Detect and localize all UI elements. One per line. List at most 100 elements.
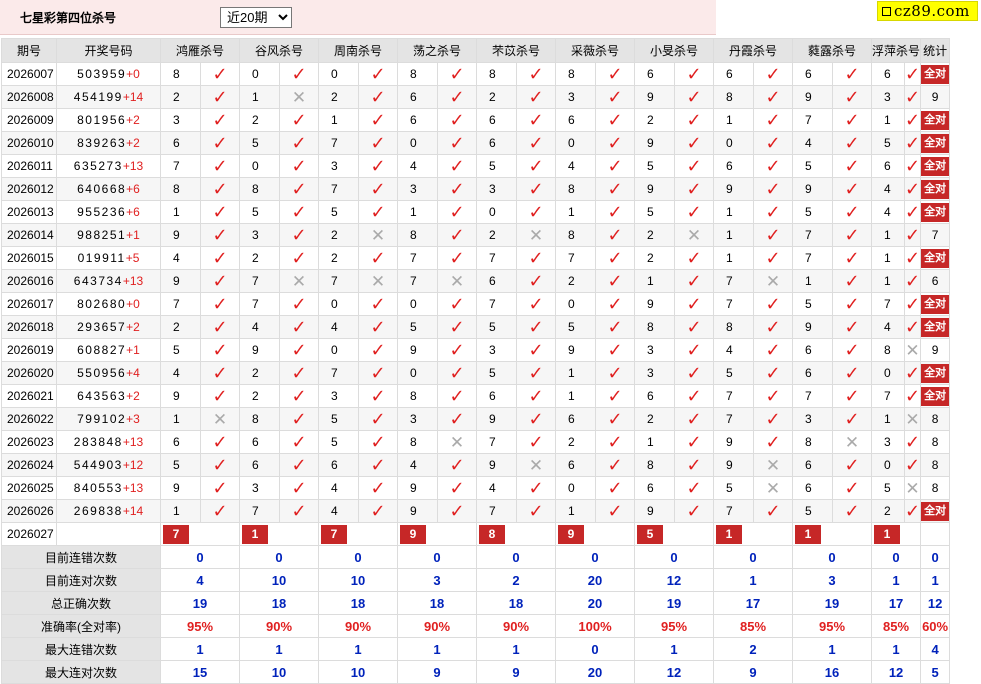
draw-number: 019911 — [77, 251, 126, 265]
kill-number-cell: 0 — [476, 200, 517, 224]
kill-number-cell: 3 — [318, 154, 359, 178]
summary-value: 0 — [397, 545, 477, 569]
summary-value: 1 — [920, 568, 951, 592]
period-cell: 2026024 — [1, 453, 57, 477]
period-cell: 2026025 — [1, 476, 57, 500]
kill-number-cell: 6 — [713, 62, 754, 86]
check-icon: ✓ — [753, 85, 793, 109]
check-icon: ✓ — [832, 200, 872, 224]
kill-number-cell: 7 — [713, 269, 754, 293]
kill-number-cell: 1 — [871, 223, 905, 247]
check-icon: ✓ — [674, 246, 714, 270]
check-icon: ✓ — [753, 430, 793, 454]
check-icon: ✓ — [753, 200, 793, 224]
draw-cell: 019911+5 — [56, 246, 161, 270]
check-icon: ✓ — [903, 200, 922, 224]
kill-number-cell: 7 — [792, 246, 833, 270]
current-kill-cell: 1 — [870, 522, 922, 546]
kill-number-cell: 9 — [397, 499, 438, 523]
check-icon: ✓ — [200, 315, 240, 339]
summary-value: 1 — [634, 637, 714, 661]
kill-number-cell: 6 — [792, 453, 833, 477]
stat-cell: 8 — [920, 407, 951, 431]
kill-number-cell: 2 — [160, 315, 201, 339]
kill-number-cell: 2 — [318, 223, 359, 247]
header-expert-9: 蕤露杀号 — [792, 38, 872, 63]
kill-number-cell: 5 — [160, 338, 201, 362]
site-logo[interactable]: cz89.com — [877, 1, 978, 21]
period-cell: 2026015 — [1, 246, 57, 270]
kill-number-cell: 6 — [397, 85, 438, 109]
header-bar: 七星彩第四位杀号 近20期 — [0, 0, 716, 35]
kill-number-cell: 1 — [634, 430, 675, 454]
check-icon: ✓ — [595, 154, 635, 178]
kill-number-cell: 4 — [871, 177, 905, 201]
check-icon: ✓ — [437, 246, 477, 270]
check-icon: ✓ — [832, 292, 872, 316]
draw-cell: 988251+1 — [56, 223, 161, 247]
check-icon: ✓ — [358, 246, 398, 270]
table-row: 2026011 635273+13 7 ✓ 0 ✓ 3 ✓ 4 ✓ 5 ✓ 4 ✓ 5 ✓ 6 ✓ 5 ✓ 6 ✓ 全对 — [1, 154, 951, 178]
kill-number-cell: 8 — [713, 315, 754, 339]
check-icon: ✓ — [832, 85, 872, 109]
check-icon: ✓ — [279, 246, 319, 270]
kill-number-cell: 4 — [160, 246, 201, 270]
kill-number-cell: 5 — [713, 361, 754, 385]
draw-sum: +2 — [126, 320, 140, 334]
kill-number-cell: 1 — [160, 200, 201, 224]
draw-cell: 544903+12 — [56, 453, 161, 477]
stat-cell: 全对 — [920, 499, 951, 523]
summary-value: 12 — [870, 660, 922, 684]
kill-number-cell: 3 — [397, 177, 438, 201]
kill-number-cell: 6 — [397, 108, 438, 132]
check-icon: ✓ — [753, 384, 793, 408]
stat-cell: 全对 — [920, 154, 951, 178]
table-row: 2026014 988251+1 9 ✓ 3 ✓ 2 ✕ 8 ✓ 2 ✕ 8 ✓ 2 ✕ 1 ✓ 7 ✓ 1 ✓ 7 — [1, 223, 951, 247]
check-icon: ✓ — [437, 315, 477, 339]
kill-number-cell: 8 — [397, 384, 438, 408]
draw-sum: +13 — [122, 274, 144, 288]
summary-value: 0 — [555, 637, 635, 661]
table-row: 2026021 643563+2 9 ✓ 2 ✓ 3 ✓ 8 ✓ 6 ✓ 1 ✓ 6 ✓ 7 ✓ 7 ✓ 7 ✓ 全对 — [1, 384, 951, 408]
summary-value: 18 — [318, 591, 398, 615]
period-range-select[interactable]: 近20期 — [220, 7, 292, 28]
table-row: 2026016 643734+13 9 ✓ 7 ✕ 7 ✕ 7 ✕ 6 ✓ 2 ✓ 1 ✓ 7 ✕ 1 ✓ 1 ✓ 6 — [1, 269, 951, 293]
kill-number-cell: 9 — [476, 453, 517, 477]
check-icon: ✓ — [358, 315, 398, 339]
kill-number-cell: 7 — [792, 108, 833, 132]
check-icon: ✓ — [279, 384, 319, 408]
kill-number-cell: 8 — [476, 62, 517, 86]
summary-value: 19 — [792, 591, 872, 615]
check-icon: ✓ — [753, 108, 793, 132]
draw-number: 799102 — [77, 412, 127, 426]
kill-number-cell: 6 — [792, 62, 833, 86]
draw-number: 643563 — [77, 389, 127, 403]
check-icon: ✓ — [674, 200, 714, 224]
check-icon: ✓ — [753, 246, 793, 270]
cross-icon: ✕ — [753, 476, 793, 500]
check-icon: ✓ — [903, 430, 922, 454]
kill-number-cell: 2 — [634, 246, 675, 270]
summary-value: 1 — [713, 568, 793, 592]
check-icon: ✓ — [516, 407, 556, 431]
kill-number-cell: 5 — [476, 154, 517, 178]
kill-number-cell: 8 — [160, 62, 201, 86]
header-expert-6: 采薇杀号 — [555, 38, 635, 63]
summary-value: 60% — [920, 614, 951, 638]
period-cell: 2026016 — [1, 269, 57, 293]
current-kill-cell: 8 — [476, 522, 556, 546]
all-correct-badge: 全对 — [921, 202, 949, 222]
kill-number-cell: 0 — [555, 131, 596, 155]
kill-number-cell: 5 — [318, 407, 359, 431]
kill-number-cell: 9 — [160, 269, 201, 293]
check-icon: ✓ — [595, 453, 635, 477]
check-icon: ✓ — [595, 177, 635, 201]
summary-value: 18 — [476, 591, 556, 615]
check-icon: ✓ — [674, 453, 714, 477]
correct-count: 9 — [931, 90, 939, 104]
kill-number-cell: 6 — [476, 269, 517, 293]
kill-number-cell: 1 — [871, 407, 905, 431]
kill-number-cell: 0 — [397, 131, 438, 155]
stat-cell: 全对 — [920, 108, 951, 132]
kill-number-cell: 7 — [476, 292, 517, 316]
